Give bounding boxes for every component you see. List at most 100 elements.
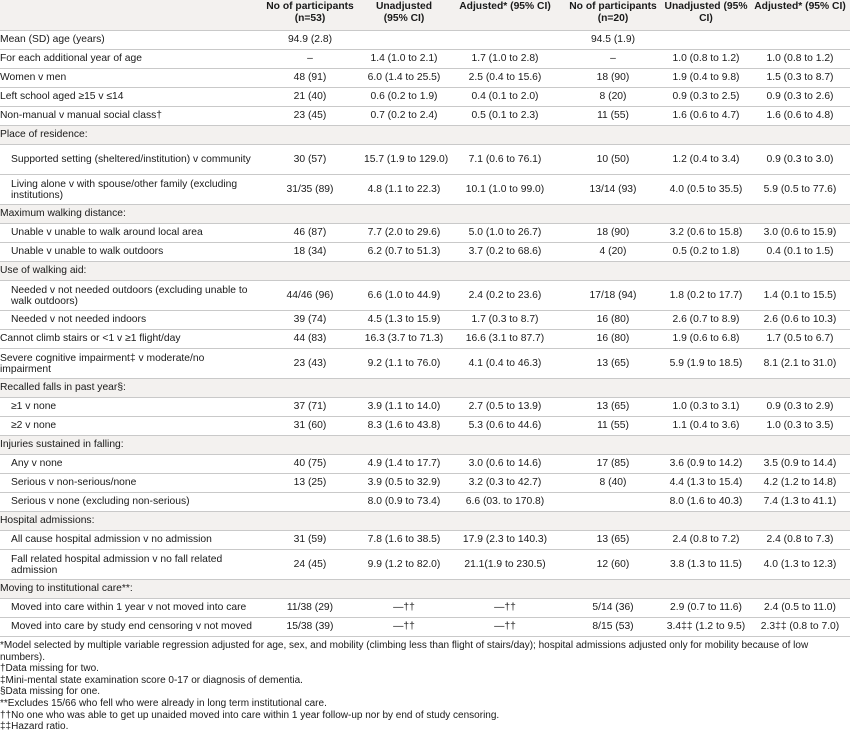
unadjusted-cell: 3.9 (0.5 to 32.9)	[362, 473, 446, 493]
adjusted-cell: 2.6 (0.6 to 10.3)	[750, 310, 850, 330]
adjusted-cell: 7.1 (0.6 to 76.1)	[446, 144, 564, 175]
unadjusted-cell	[662, 435, 750, 455]
unadjusted-cell	[362, 511, 446, 531]
table-row: Living alone v with spouse/other family …	[0, 174, 850, 205]
participants-cell	[564, 579, 662, 599]
header-participants-1: No of participants (n=53)	[258, 0, 362, 31]
row-label: Place of residence:	[0, 125, 258, 145]
adjusted-cell	[446, 435, 564, 455]
participants-cell	[564, 492, 662, 512]
unadjusted-cell: 8.3 (1.6 to 43.8)	[362, 416, 446, 436]
participants-cell: 48 (91)	[258, 68, 362, 88]
adjusted-cell: 10.1 (1.0 to 99.0)	[446, 174, 564, 205]
participants-cell: 11 (55)	[564, 106, 662, 126]
unadjusted-cell: 1.4 (1.0 to 2.1)	[362, 49, 446, 69]
unadjusted-cell	[662, 125, 750, 145]
adjusted-cell: 3.2 (0.3 to 42.7)	[446, 473, 564, 493]
adjusted-cell	[750, 261, 850, 281]
table-row: Serious v none (excluding non-serious) 8.…	[0, 492, 850, 512]
adjusted-cell: 5.9 (0.5 to 77.6)	[750, 174, 850, 205]
table-row: For each additional year of age –1.4 (1.0…	[0, 49, 850, 69]
unadjusted-cell: 0.6 (0.2 to 1.9)	[362, 87, 446, 107]
adjusted-cell	[446, 378, 564, 398]
participants-cell: 94.9 (2.8)	[258, 30, 362, 50]
unadjusted-cell: 1.6 (0.6 to 4.7)	[662, 106, 750, 126]
unadjusted-cell	[662, 378, 750, 398]
unadjusted-cell	[662, 261, 750, 281]
table-page: No of participants (n=53) Unadjusted (95…	[0, 0, 850, 740]
participants-cell: 13 (65)	[564, 397, 662, 417]
adjusted-cell	[446, 204, 564, 224]
participants-cell: 94.5 (1.9)	[564, 30, 662, 50]
adjusted-cell: 1.7 (0.5 to 6.7)	[750, 329, 850, 349]
table-row: Left school aged ≥15 v ≤14 21 (40) 0.6 (0.…	[0, 87, 850, 107]
participants-cell: 31 (60)	[258, 416, 362, 436]
adjusted-cell: 3.7 (0.2 to 68.6)	[446, 242, 564, 262]
participants-cell	[564, 435, 662, 455]
header-adjusted-2: Adjusted* (95% CI)	[750, 0, 850, 31]
adjusted-cell: —††	[446, 617, 564, 637]
table-row: Mean (SD) age (years) 94.9 (2.8) 94.5 (1.9…	[0, 30, 850, 50]
participants-cell: 18 (34)	[258, 242, 362, 262]
unadjusted-cell: 3.8 (1.3 to 11.5)	[662, 549, 750, 580]
participants-cell: –	[258, 49, 362, 69]
participants-cell	[564, 378, 662, 398]
table-row: Women v men 48 (91) 6.0 (1.4 to 25.5) 2.5 (…	[0, 68, 850, 88]
table-row: All cause hospital admission v no admiss…	[0, 530, 850, 550]
participants-cell: 44/46 (96)	[258, 280, 362, 311]
row-label: Hospital admissions:	[0, 511, 258, 531]
row-label: Living alone v with spouse/other family …	[0, 174, 258, 205]
participants-cell: 13 (25)	[258, 473, 362, 493]
section-header-row: Injuries sustained in falling:	[0, 435, 850, 455]
unadjusted-cell: 0.7 (0.2 to 2.4)	[362, 106, 446, 126]
unadjusted-cell	[662, 511, 750, 531]
participants-cell	[258, 511, 362, 531]
section-header-row: Place of residence:	[0, 125, 850, 145]
footnote: **Excludes 15/66 who fell who were alrea…	[0, 697, 327, 709]
row-label: Recalled falls in past year§:	[0, 378, 258, 398]
participants-cell	[258, 261, 362, 281]
adjusted-cell: 2.7 (0.5 to 13.9)	[446, 397, 564, 417]
section-header-row: Recalled falls in past year§:	[0, 378, 850, 398]
table-row: Moved into care within 1 year v not move…	[0, 598, 850, 618]
participants-cell: 11/38 (29)	[258, 598, 362, 618]
footnote: *Model selected by multiple variable reg…	[0, 640, 809, 663]
adjusted-cell	[446, 261, 564, 281]
adjusted-cell: 1.6 (0.6 to 4.8)	[750, 106, 850, 126]
participants-cell: 10 (50)	[564, 144, 662, 175]
participants-cell: 40 (75)	[258, 454, 362, 474]
row-label: Any v none	[0, 454, 258, 474]
unadjusted-cell	[662, 30, 750, 50]
table-row: Unable v unable to walk around local are…	[0, 223, 850, 243]
table-row: ≥1 v none 37 (71) 3.9 (1.1 to 14.0) 2.7 (0.…	[0, 397, 850, 417]
row-label: Left school aged ≥15 v ≤14	[0, 87, 258, 107]
header-unadjusted-1: Unadjusted (95% CI)	[362, 0, 446, 31]
header-adjusted-1: Adjusted* (95% CI)	[446, 0, 564, 31]
adjusted-cell: 0.9 (0.3 to 3.0)	[750, 144, 850, 175]
adjusted-cell	[446, 579, 564, 599]
adjusted-cell: 5.0 (1.0 to 26.7)	[446, 223, 564, 243]
results-table: No of participants (n=53) Unadjusted (95…	[0, 0, 850, 637]
row-label: Moved into care by study end censoring v…	[0, 617, 258, 637]
row-label: Needed v not needed indoors	[0, 310, 258, 330]
participants-cell	[564, 511, 662, 531]
table-row: Non-manual v manual social class† 23 (45)…	[0, 106, 850, 126]
participants-cell: 21 (40)	[258, 87, 362, 107]
unadjusted-cell	[662, 579, 750, 599]
participants-cell: 23 (45)	[258, 106, 362, 126]
adjusted-cell: 7.4 (1.3 to 41.1)	[750, 492, 850, 512]
unadjusted-cell	[362, 579, 446, 599]
unadjusted-cell: 4.9 (1.4 to 17.7)	[362, 454, 446, 474]
row-label: Injuries sustained in falling:	[0, 435, 258, 455]
row-label: Unable v unable to walk outdoors	[0, 242, 258, 262]
table-row: ≥2 v none 31 (60) 8.3 (1.6 to 43.8) 5.3 (0.…	[0, 416, 850, 436]
adjusted-cell: 0.9 (0.3 to 2.6)	[750, 87, 850, 107]
adjusted-cell: 2.4 (0.2 to 23.6)	[446, 280, 564, 311]
adjusted-cell	[750, 378, 850, 398]
unadjusted-cell: 2.6 (0.7 to 8.9)	[662, 310, 750, 330]
unadjusted-cell: 6.0 (1.4 to 25.5)	[362, 68, 446, 88]
unadjusted-cell: 8.0 (0.9 to 73.4)	[362, 492, 446, 512]
participants-cell: 8/15 (53)	[564, 617, 662, 637]
row-label: Moved into care within 1 year v not move…	[0, 598, 258, 618]
participants-cell: 18 (90)	[564, 68, 662, 88]
